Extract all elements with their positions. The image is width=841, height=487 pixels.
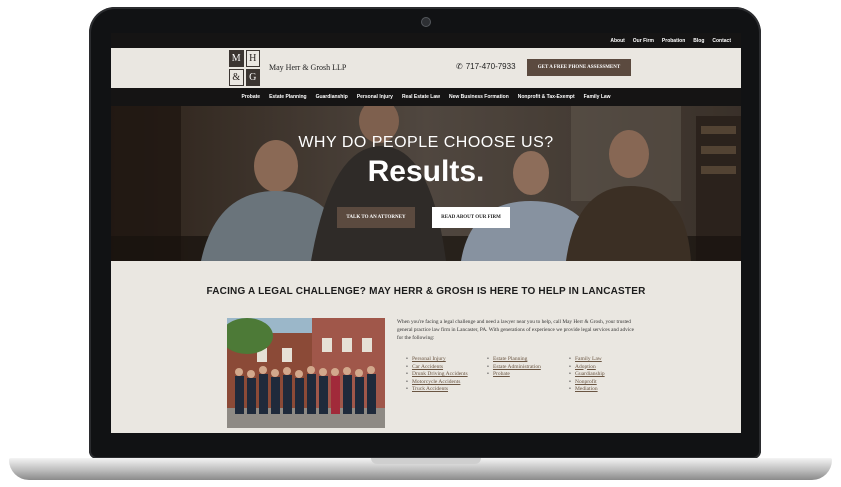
firm-name[interactable]: May Herr & Grosh LLP (269, 63, 346, 72)
team-photo (227, 318, 385, 428)
nav-guardianship[interactable]: Guardianship (316, 94, 348, 100)
logo-ampersand: & (229, 69, 244, 86)
link-probate[interactable]: Probate (487, 371, 553, 379)
intro-section: FACING A LEGAL CHALLENGE? MAY HERR & GRO… (111, 261, 741, 433)
topnav-our-firm-link[interactable]: Our Firm (633, 38, 654, 44)
nav-new-business-formation[interactable]: New Business Formation (449, 94, 509, 100)
intro-paragraph: When you're facing a legal challenge and… (397, 319, 634, 341)
link-personal-injury[interactable]: Personal Injury (406, 356, 472, 364)
nav-nonprofit-tax-exempt[interactable]: Nonprofit & Tax-Exempt (518, 94, 575, 100)
link-nonprofit[interactable]: Nonprofit (569, 379, 635, 387)
site-header: M H & G May Herr & Grosh LLP ✆ 717-470-7… (111, 48, 741, 88)
topnav-contact-link[interactable]: Contact (712, 38, 731, 44)
nav-family-law[interactable]: Family Law (584, 94, 611, 100)
nav-real-estate-law[interactable]: Real Estate Law (402, 94, 440, 100)
practice-list-family: Family Law Adoption Guardianship Nonprof… (569, 356, 635, 394)
read-about-firm-button[interactable]: READ ABOUT OUR FIRM (432, 207, 510, 228)
laptop-notch (371, 458, 481, 464)
webcam-icon (421, 17, 431, 27)
topnav-probation-link[interactable]: Probation (662, 38, 685, 44)
website-screen: About Our Firm Probation Blog Contact M … (111, 33, 741, 433)
phone-number-link[interactable]: ✆ 717-470-7933 (456, 62, 516, 71)
link-drunk-driving-accidents[interactable]: Drunk Driving Accidents (406, 371, 472, 379)
hero-banner: WHY DO PEOPLE CHOOSE US? Results. TALK T… (111, 106, 741, 261)
firm-logo[interactable]: M H & G (229, 50, 260, 86)
practice-list-injury: Personal Injury Car Accidents Drunk Driv… (406, 356, 472, 394)
logo-letter-g: G (245, 69, 260, 86)
nav-personal-injury[interactable]: Personal Injury (357, 94, 393, 100)
free-assessment-button[interactable]: GET A FREE PHONE ASSESSMENT (527, 59, 631, 76)
link-family-law[interactable]: Family Law (569, 356, 635, 364)
link-guardianship[interactable]: Guardianship (569, 371, 635, 379)
nav-estate-planning[interactable]: Estate Planning (269, 94, 307, 100)
nav-probate[interactable]: Probate (241, 94, 260, 100)
talk-to-attorney-button[interactable]: TALK TO AN ATTORNEY (337, 207, 415, 228)
link-mediation[interactable]: Mediation (569, 386, 635, 394)
link-estate-administration[interactable]: Estate Administration (487, 364, 553, 372)
phone-icon: ✆ (456, 62, 463, 71)
topnav-about-link[interactable]: About (610, 38, 624, 44)
link-adoption[interactable]: Adoption (569, 364, 635, 372)
topnav-blog-link[interactable]: Blog (693, 38, 704, 44)
logo-letter-m: M (229, 50, 244, 67)
phone-number: 717-470-7933 (465, 62, 516, 71)
hero-subtitle: WHY DO PEOPLE CHOOSE US? (298, 134, 554, 151)
link-motorcycle-accidents[interactable]: Motorcycle Accidents (406, 379, 472, 387)
section-heading: FACING A LEGAL CHALLENGE? MAY HERR & GRO… (206, 286, 646, 297)
practice-list-estate: Estate Planning Estate Administration Pr… (487, 356, 553, 379)
main-practice-nav: Probate Estate Planning Guardianship Per… (111, 88, 741, 106)
logo-letter-h: H (245, 50, 260, 67)
link-estate-planning[interactable]: Estate Planning (487, 356, 553, 364)
link-truck-accidents[interactable]: Truck Accidents (406, 386, 472, 394)
top-utility-nav: About Our Firm Probation Blog Contact (111, 33, 741, 48)
hero-title: Results. (367, 155, 485, 188)
link-car-accidents[interactable]: Car Accidents (406, 364, 472, 372)
